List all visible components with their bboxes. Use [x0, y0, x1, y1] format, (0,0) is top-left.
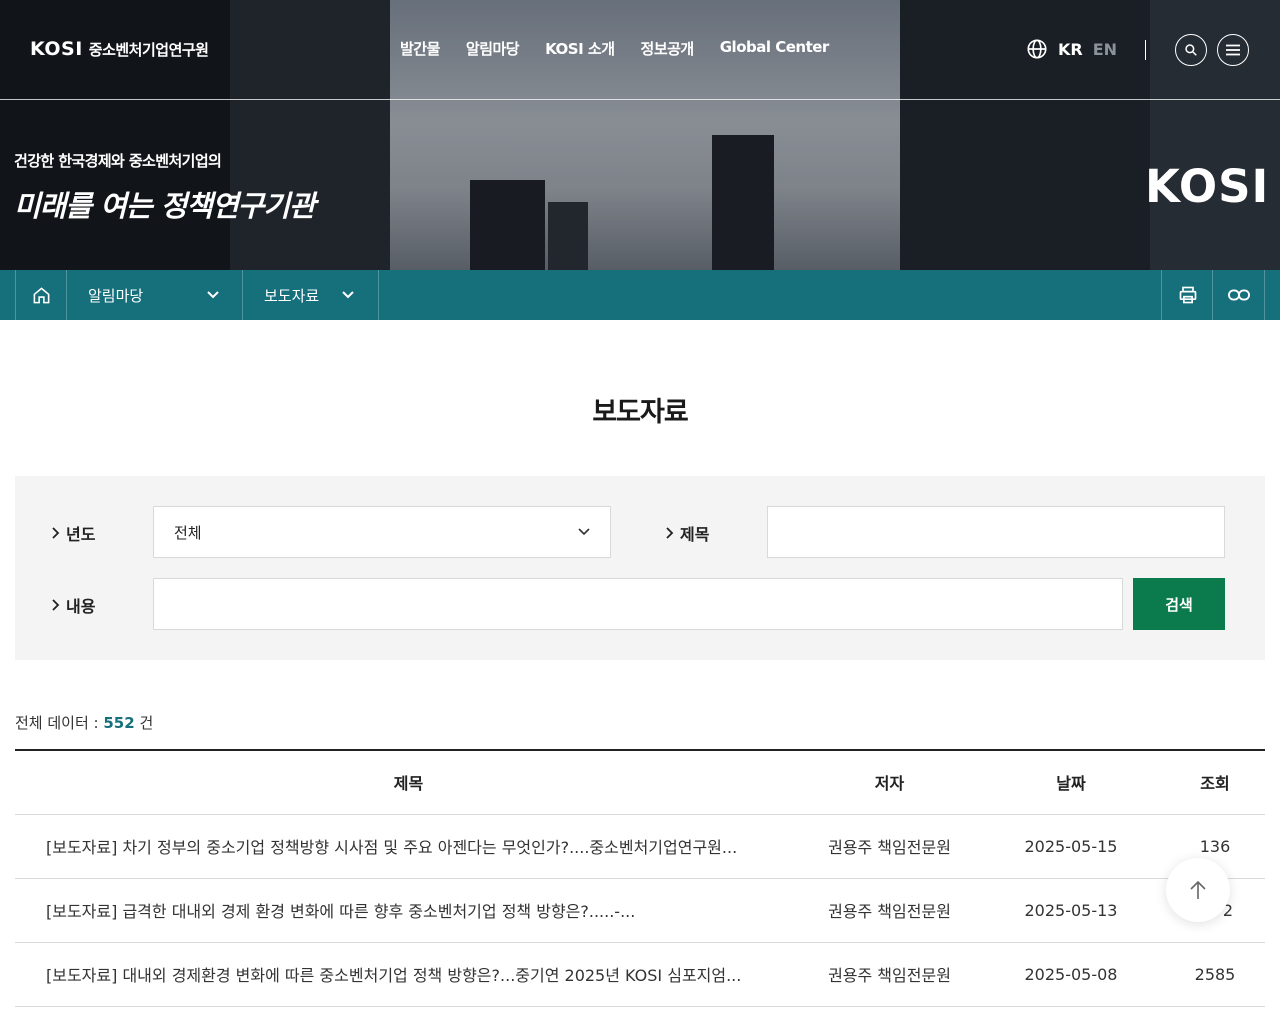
table-row: [보도자료] 급격한 대내외 경제 환경 변화에 따른 향후 중소벤처기업 정책…	[15, 878, 1265, 943]
chevron-down-icon	[342, 291, 354, 299]
site-logo[interactable]: KOSI 중소벤처기업연구원	[30, 38, 209, 60]
table-row: [보도자료] 대내외 경제환경 변화에 따른 중소벤처기업 정책 방향은?...…	[15, 942, 1265, 1007]
chevron-right-icon	[52, 527, 60, 539]
title-label: 제목	[666, 521, 709, 545]
copy-link-button[interactable]	[1212, 270, 1265, 320]
row-author: 권용주 책임전문원	[802, 814, 977, 879]
slogan-title: 미래를 여는 정책연구기관	[14, 189, 316, 223]
year-select-value: 전체	[174, 523, 202, 542]
press-release-table: 제목 저자 날짜 조회 [보도자료] 차기 정부의 중소기업 정책방향 시사점 …	[15, 749, 1265, 1007]
search-icon	[1185, 44, 1197, 56]
nav-publications[interactable]: 발간물	[400, 38, 440, 59]
nav-disclosure[interactable]: 정보공개	[641, 38, 695, 59]
logo-org-name: 중소벤처기업연구원	[88, 40, 209, 59]
print-icon	[1179, 286, 1196, 304]
page-title: 보도자료	[592, 397, 688, 428]
table-header-row: 제목 저자 날짜 조회	[15, 750, 1265, 815]
column-header-date: 날짜	[977, 750, 1165, 815]
year-label: 년도	[52, 521, 95, 545]
lang-en-link[interactable]: EN	[1093, 40, 1117, 59]
column-header-views: 조회	[1165, 750, 1265, 815]
row-title-link[interactable]: [보도자료] 차기 정부의 중소기업 정책방향 시사점 및 주요 아젠다는 무엇…	[15, 814, 802, 879]
title-input[interactable]	[767, 506, 1225, 558]
row-title-link[interactable]: [보도자료] 급격한 대내외 경제 환경 변화에 따른 향후 중소벤처기업 정책…	[15, 878, 802, 943]
divider	[1145, 40, 1146, 60]
row-date: 2025-05-13	[977, 878, 1165, 943]
hero-banner: KOSI 중소벤처기업연구원 발간물 알림마당 KOSI 소개 정보공개 Glo…	[0, 0, 1280, 270]
home-button[interactable]	[15, 270, 67, 320]
total-count: 전체 데이터 : 552 건	[15, 712, 153, 733]
globe-icon	[1027, 39, 1047, 59]
title-label-text: 제목	[680, 525, 710, 544]
chevron-down-icon	[578, 528, 590, 536]
search-form: 년도 전체 제목 내용 검색	[15, 476, 1265, 660]
slogan-subtitle: 건강한 한국경제와 중소벤처기업의	[14, 152, 222, 170]
location-bar: 알림마당 보도자료	[0, 270, 1280, 320]
total-number: 552	[103, 714, 135, 732]
nav-global-center[interactable]: Global Center	[720, 38, 830, 59]
hero-slogan: 건강한 한국경제와 중소벤처기업의 미래를 여는 정책연구기관	[14, 150, 316, 225]
total-prefix: 전체 데이터 :	[15, 714, 99, 732]
row-date: 2025-05-15	[977, 814, 1165, 879]
row-views: 2585	[1165, 942, 1265, 1007]
home-icon	[33, 286, 50, 303]
row-title-link[interactable]: [보도자료] 대내외 경제환경 변화에 따른 중소벤처기업 정책 방향은?...…	[15, 942, 802, 1007]
scroll-to-top-button[interactable]	[1166, 858, 1230, 922]
row-author: 권용주 책임전문원	[802, 942, 977, 1007]
chevron-right-icon	[666, 527, 674, 539]
search-button[interactable]	[1175, 34, 1207, 66]
logo-mark: KOSI	[30, 38, 83, 60]
total-suffix: 건	[139, 714, 154, 732]
breadcrumb-level1-label: 알림마당	[88, 286, 144, 305]
row-date: 2025-05-08	[977, 942, 1165, 1007]
chevron-down-icon	[207, 291, 219, 299]
breadcrumb-level2-dropdown[interactable]: 보도자료	[242, 270, 379, 320]
row-author: 권용주 책임전문원	[802, 878, 977, 943]
arrow-up-icon	[1190, 880, 1206, 899]
year-select[interactable]: 전체	[153, 506, 611, 558]
hero-brand-logo: KOSI	[1145, 160, 1270, 213]
year-label-text: 년도	[66, 525, 96, 544]
column-header-title: 제목	[15, 750, 802, 815]
content-label: 내용	[52, 593, 95, 617]
lang-kr-link[interactable]: KR	[1058, 40, 1083, 59]
search-submit-button[interactable]: 검색	[1133, 578, 1225, 630]
content-input[interactable]	[153, 578, 1123, 630]
nav-about[interactable]: KOSI 소개	[545, 38, 615, 59]
hamburger-icon	[1226, 44, 1240, 56]
link-icon	[1227, 289, 1250, 301]
language-switcher: KR EN	[1026, 38, 1117, 60]
breadcrumb-level1-dropdown[interactable]: 알림마당	[66, 270, 243, 320]
column-header-author: 저자	[802, 750, 977, 815]
top-navigation: KOSI 중소벤처기업연구원 발간물 알림마당 KOSI 소개 정보공개 Glo…	[0, 0, 1280, 100]
menu-button[interactable]	[1217, 34, 1249, 66]
content-label-text: 내용	[66, 597, 96, 616]
chevron-right-icon	[52, 599, 60, 611]
print-button[interactable]	[1161, 270, 1213, 320]
nav-notices[interactable]: 알림마당	[466, 38, 520, 59]
table-row: [보도자료] 차기 정부의 중소기업 정책방향 시사점 및 주요 아젠다는 무엇…	[15, 814, 1265, 879]
breadcrumb-level2-label: 보도자료	[264, 286, 320, 305]
main-menu: 발간물 알림마당 KOSI 소개 정보공개 Global Center	[400, 38, 829, 59]
